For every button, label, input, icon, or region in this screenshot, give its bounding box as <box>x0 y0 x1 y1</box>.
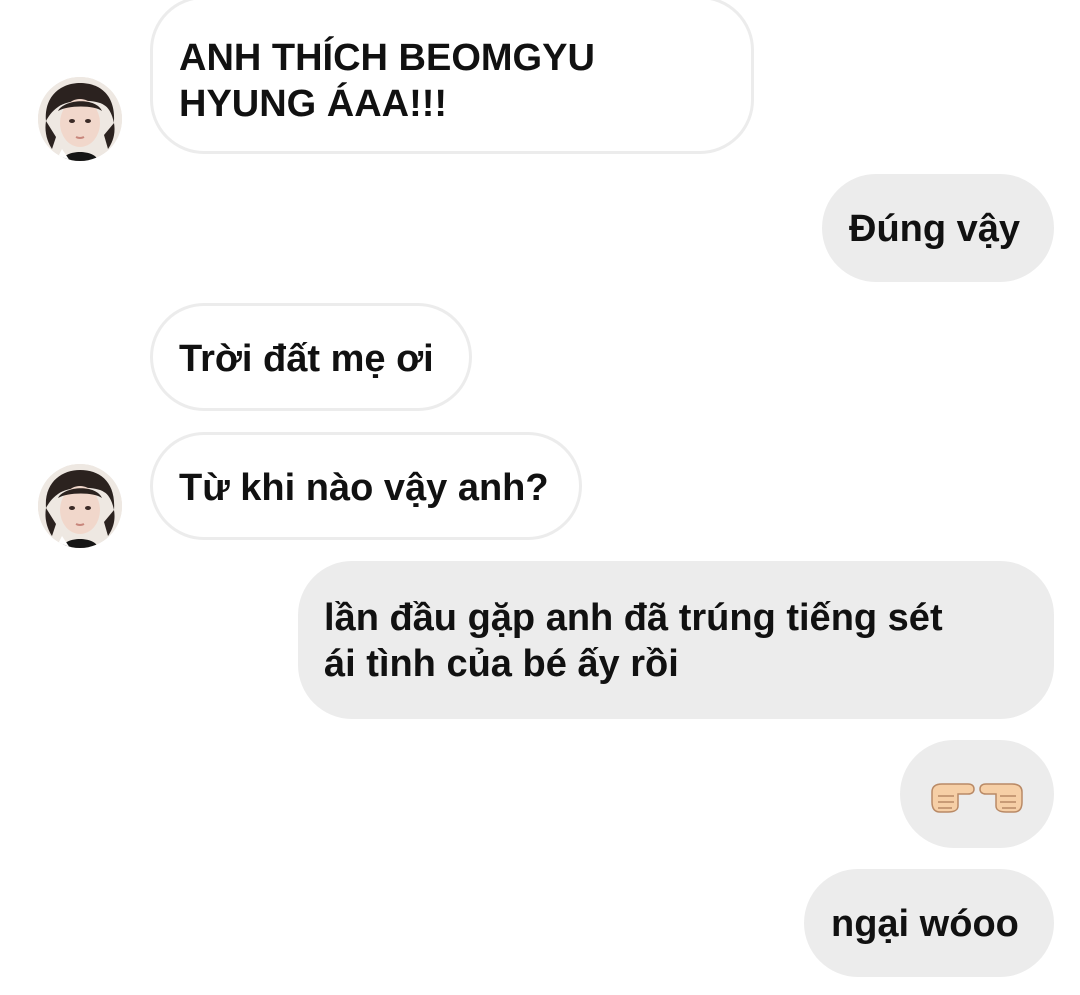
message-bubble-incoming[interactable]: ANH THÍCH BEOMGYU HYUNG ÁAA!!! <box>150 0 754 154</box>
message-bubble-outgoing[interactable]: Đúng vậy <box>822 174 1054 282</box>
message-bubble-outgoing-emoji[interactable] <box>900 740 1054 848</box>
chat-thread[interactable]: ANH THÍCH BEOMGYU HYUNG ÁAA!!! Đúng vậy … <box>0 0 1080 995</box>
message-bubble-outgoing[interactable]: lần đầu gặp anh đã trúng tiếng sét ái tì… <box>298 561 1054 719</box>
message-bubble-incoming[interactable]: Từ khi nào vậy anh? <box>150 432 582 540</box>
avatar-portrait-icon <box>38 464 122 548</box>
contact-avatar[interactable] <box>38 77 122 161</box>
message-bubble-outgoing[interactable]: ngại wóoo <box>804 869 1054 977</box>
avatar-portrait-icon <box>38 77 122 161</box>
message-bubble-incoming[interactable]: Trời đất mẹ ơi <box>150 303 472 411</box>
pointing-fingers-icon <box>931 783 1023 813</box>
contact-avatar[interactable] <box>38 464 122 548</box>
